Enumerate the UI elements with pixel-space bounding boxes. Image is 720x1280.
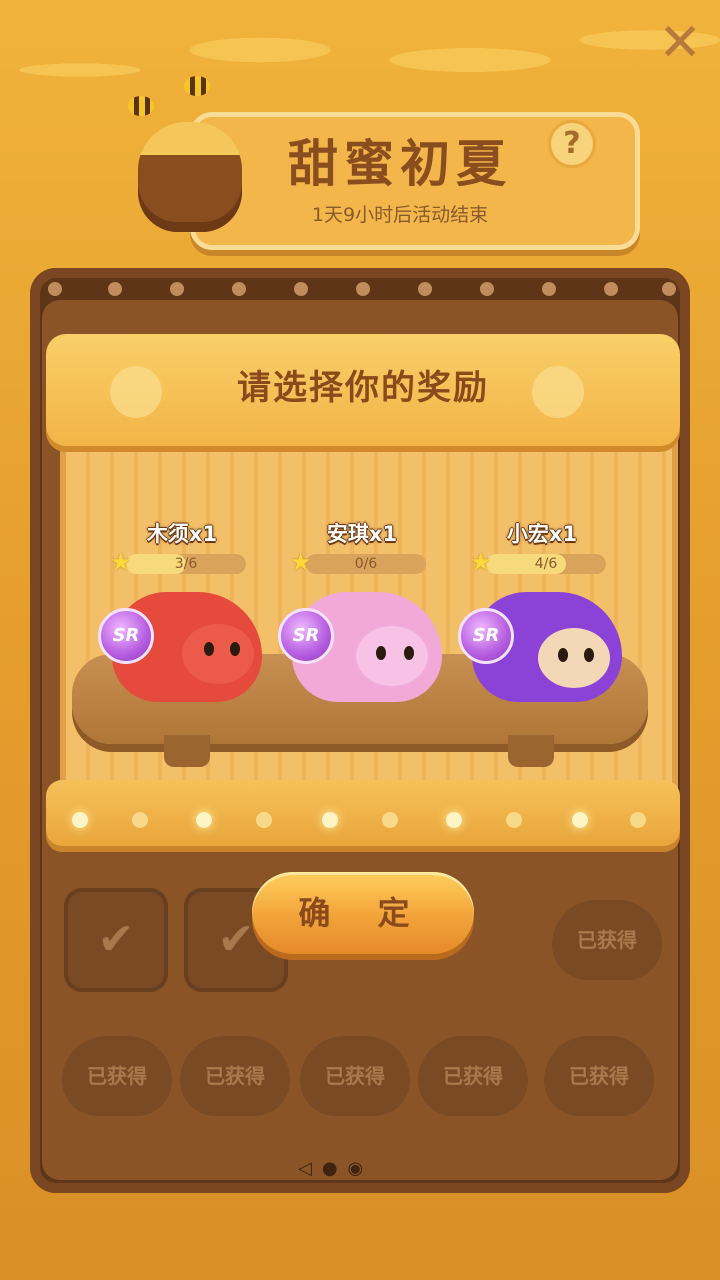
- tsum-eye: [230, 642, 240, 656]
- shelf-leg: [164, 735, 210, 767]
- sr-rarity-badge: SR: [278, 608, 334, 664]
- honey-drip-decoration: [0, 0, 720, 130]
- light-bulb: [196, 812, 212, 828]
- rivet-icon: [604, 282, 618, 296]
- reward-option-angel[interactable]: 安琪x1 0/6 ★ SR: [272, 512, 452, 712]
- star-icon: ★: [470, 548, 492, 576]
- reward-name: 安琪x1: [326, 522, 398, 546]
- event-countdown: 1天9小时后活动结束: [311, 204, 489, 226]
- rivet-icon: [170, 282, 184, 296]
- light-bulb: [132, 812, 148, 828]
- obtained-pot: 已获得: [62, 1036, 172, 1116]
- tsum-face: [356, 626, 428, 686]
- close-button[interactable]: ✕: [655, 17, 705, 69]
- light-bulb: [72, 812, 88, 828]
- light-bulb: [630, 812, 646, 828]
- pager-dots: ●◉: [321, 1158, 374, 1179]
- tsum-face: [538, 628, 610, 688]
- obtained-pot: 已获得: [544, 1036, 654, 1116]
- rivet-icon: [480, 282, 494, 296]
- tsum-eye: [376, 646, 386, 660]
- star-icon: ★: [110, 548, 132, 576]
- rivet-icon: [418, 282, 432, 296]
- progress-text: 4/6: [534, 556, 558, 572]
- reward-option-hiro[interactable]: 小宏x1 4/6 ★ SR: [452, 512, 632, 712]
- sr-rarity-badge: SR: [98, 608, 154, 664]
- tsum-eye: [584, 648, 594, 662]
- bee-icon: [184, 76, 210, 96]
- light-bulb: [572, 812, 588, 828]
- bee-icon: [128, 96, 154, 116]
- light-bulb: [382, 812, 398, 828]
- shelf-leg: [508, 735, 554, 767]
- tsum-eye: [204, 642, 214, 656]
- pager[interactable]: ◁●◉: [298, 1158, 373, 1179]
- reward-name: 木须x1: [146, 522, 218, 546]
- light-bulb: [446, 812, 462, 828]
- rivet-icon: [356, 282, 370, 296]
- reward-name: 小宏x1: [506, 522, 578, 546]
- rivet-icon: [232, 282, 246, 296]
- progress-text: 0/6: [354, 556, 378, 572]
- rivet-icon: [542, 282, 556, 296]
- obtained-pot: 已获得: [180, 1036, 290, 1116]
- rivet-icon: [662, 282, 676, 296]
- obtained-pot: 已获得: [300, 1036, 410, 1116]
- rivet-icon: [108, 282, 122, 296]
- event-title: 甜蜜初夏: [288, 135, 512, 193]
- sr-rarity-badge: SR: [458, 608, 514, 664]
- progress-text: 3/6: [174, 556, 198, 572]
- obtained-pot: 已获得: [418, 1036, 528, 1116]
- light-bulb: [506, 812, 522, 828]
- completed-cell: ✔: [64, 888, 168, 992]
- reward-modal-title: 请选择你的奖励: [237, 368, 489, 408]
- tsum-eye: [404, 646, 414, 660]
- light-bulb: [322, 812, 338, 828]
- confirm-button[interactable]: 确 定: [252, 872, 474, 954]
- light-bulb: [256, 812, 272, 828]
- rivet-icon: [48, 282, 62, 296]
- help-button[interactable]: ?: [548, 120, 596, 168]
- star-icon: ★: [290, 548, 312, 576]
- obtained-pot: 已获得: [552, 900, 662, 980]
- pager-prev-icon[interactable]: ◁: [298, 1158, 322, 1179]
- honey-jar-icon: [138, 122, 242, 232]
- tsum-face: [182, 624, 254, 684]
- rivet-icon: [294, 282, 308, 296]
- reward-option-mushu[interactable]: 木须x1 3/6 ★ SR: [92, 512, 272, 712]
- tsum-eye: [558, 648, 568, 662]
